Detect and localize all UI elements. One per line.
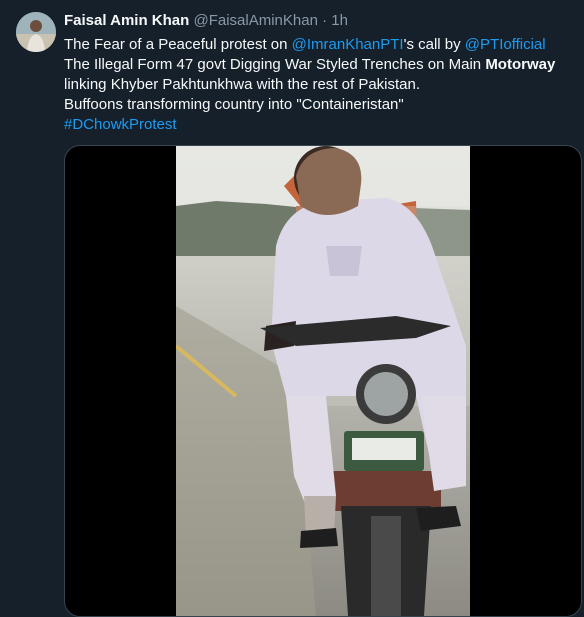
tweet-line-4: Buffoons transforming country into "Cont… [64, 96, 404, 113]
mention-ptiofficial[interactable]: @PTIofficial [465, 36, 546, 53]
tweet-text-segment: The Illegal Form 47 govt Digging War Sty… [64, 56, 486, 73]
header-separator: · [322, 12, 328, 29]
tweet-text-segment: The Fear of a Peaceful protest on [64, 36, 292, 53]
author-avatar[interactable] [16, 12, 56, 52]
tweet-text-segment: 's call by [403, 36, 465, 53]
author-name[interactable]: Faisal Amin Khan [64, 12, 189, 29]
tweet-line-3: linking Khyber Pakhtunkhwa with the rest… [64, 76, 421, 93]
tweet-timestamp[interactable]: 1h [331, 12, 348, 29]
media-container[interactable] [64, 145, 582, 617]
bold-word: Motorway [485, 56, 556, 73]
video-thumbnail[interactable] [176, 146, 470, 616]
tweet-text: The Fear of a Peaceful protest on @Imran… [64, 35, 569, 135]
hashtag-dchowkprotest[interactable]: #DChowkProtest [64, 115, 569, 135]
author-handle[interactable]: @FaisalAminKhan [193, 12, 317, 29]
tweet-line-1: The Fear of a Peaceful protest on @Imran… [64, 35, 569, 55]
tweet-header: Faisal Amin Khan @FaisalAminKhan · 1h [64, 12, 348, 30]
tweet-line-2: The Illegal Form 47 govt Digging War Sty… [64, 55, 569, 75]
mention-imrankhanpti[interactable]: @ImranKhanPTI [292, 36, 404, 53]
